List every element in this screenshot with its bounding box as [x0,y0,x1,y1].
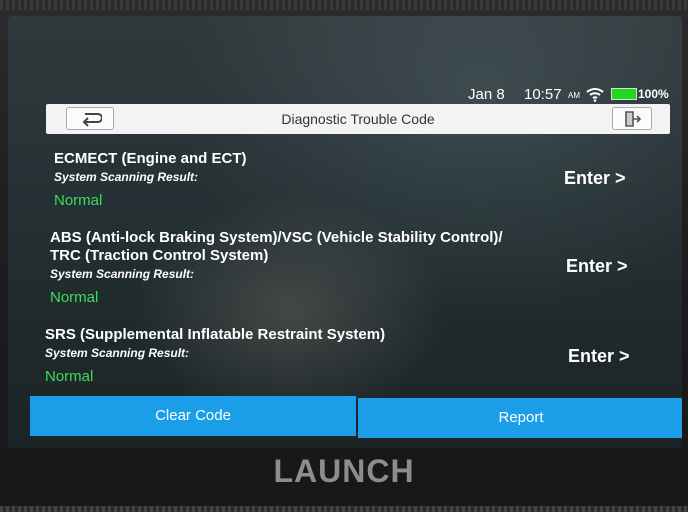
exit-icon [625,111,642,127]
system-scan-label: System Scanning Result: [45,346,190,360]
system-item-ecmect: ECMECT (Engine and ECT) System Scanning … [54,150,247,209]
clear-code-button[interactable]: Clear Code [30,396,356,436]
system-scan-label: System Scanning Result: [54,170,199,184]
system-item-srs: SRS (Supplemental Inflatable Restraint S… [45,326,385,385]
exit-button[interactable] [612,107,652,130]
status-time: 10:57 [524,86,562,103]
battery-percent: 100% [638,87,669,101]
system-status: Normal [50,289,99,306]
system-name: ECMECT (Engine and ECT) [54,150,247,167]
device-frame: Jan 8 10:57 AM 100% Diagnostic Trouble C… [0,0,688,512]
system-name: SRS (Supplemental Inflatable Restraint S… [45,326,386,343]
page-title: Diagnostic Trouble Code [281,111,435,127]
brand-logo: LAUNCH [273,453,415,489]
enter-button-abs[interactable]: Enter > [566,256,628,277]
title-bar: Diagnostic Trouble Code [46,104,670,134]
system-name-line1: ABS (Anti-lock Braking System)/VSC (Vehi… [50,229,503,246]
enter-button-srs[interactable]: Enter > [568,346,630,367]
system-scan-label: System Scanning Result: [50,267,195,281]
system-name-line2: TRC (Traction Control System) [50,247,269,264]
status-bar: Jan 8 10:57 AM 100% [8,84,682,106]
battery-icon [611,88,637,100]
system-item-abs: ABS (Anti-lock Braking System)/VSC (Vehi… [50,229,503,306]
device-top-edge [0,0,688,10]
status-date: Jan 8 [468,86,505,103]
device-bottom-edge [0,506,688,512]
wifi-icon [586,88,604,102]
screen: Jan 8 10:57 AM 100% Diagnostic Trouble C… [8,16,682,448]
system-status: Normal [54,192,103,209]
enter-button-ecmect[interactable]: Enter > [564,168,626,189]
report-button[interactable]: Report [358,398,682,438]
status-ampm: AM [568,91,580,100]
system-status: Normal [45,368,94,385]
